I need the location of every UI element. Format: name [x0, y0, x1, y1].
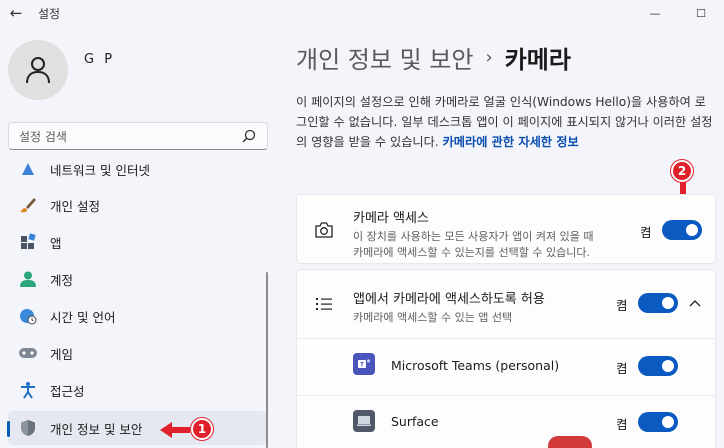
app-name: Microsoft Teams (personal) [391, 358, 560, 373]
user-profile[interactable]: G P [8, 40, 115, 100]
sidebar-item-personalization[interactable]: 개인 설정 [8, 188, 266, 222]
camera-access-text: 카메라 액세스 이 장치를 사용하는 모든 사용자가 앱이 켜져 있을 때 카메… [353, 207, 594, 261]
account-icon [18, 269, 38, 289]
sidebar-item-label: 시간 및 언어 [50, 309, 116, 325]
search-input[interactable]: 설정 검색 [19, 128, 241, 145]
globe-clock-icon [18, 306, 38, 326]
maximize-icon: ☐ [696, 6, 706, 20]
app-name: Surface [391, 414, 439, 429]
app-title: 설정 [38, 6, 61, 21]
sidebar-item-time-language[interactable]: 시간 및 언어 [8, 299, 266, 333]
apps-icon [18, 232, 38, 252]
app-camera-access-toggle[interactable] [638, 293, 678, 313]
search-box[interactable]: 설정 검색 [8, 122, 268, 150]
surface-icon [353, 410, 375, 432]
toggle-knob [662, 416, 674, 428]
app-state: 켬 [616, 361, 628, 376]
sidebar-item-label: 개인 정보 및 보안 [50, 421, 143, 437]
search-icon[interactable] [241, 128, 257, 144]
sidebar-item-label: 개인 설정 [50, 198, 100, 214]
network-icon [18, 159, 38, 179]
selection-indicator [7, 421, 10, 437]
camera-access-title: 카메라 액세스 [353, 211, 429, 226]
sidebar-item-accessibility[interactable]: 접근성 [8, 373, 266, 407]
avatar[interactable] [8, 40, 68, 100]
app-camera-access-state: 켬 [616, 298, 628, 313]
sidebar-item-label: 계정 [50, 272, 74, 288]
app-camera-access-subtitle: 카메라에 액세스할 수 있는 앱 선택 [353, 311, 513, 324]
sidebar-nav: 네트워크 및 인터넷 개인 설정 앱 계정 시간 및 언어 게임 접근성 개인 … [0, 158, 270, 448]
minimize-button[interactable]: — [632, 0, 678, 26]
teams-camera-toggle[interactable] [638, 356, 678, 376]
person-icon [26, 57, 50, 84]
sidebar-item-accounts[interactable]: 계정 [8, 262, 266, 296]
surface-camera-toggle[interactable] [638, 412, 678, 432]
chevron-up-icon[interactable] [687, 295, 703, 311]
sidebar-item-label: 네트워크 및 인터넷 [50, 162, 150, 178]
toggle-knob [662, 360, 674, 372]
annotation-arrow-1 [160, 422, 190, 438]
window-controls: — ☐ [632, 0, 724, 26]
breadcrumb-separator: › [485, 47, 493, 68]
back-button[interactable]: ← [2, 0, 30, 26]
camera-access-subtitle-2: 카메라에 액세스할 수 있는지를 선택할 수 있습니다. [353, 246, 590, 259]
shield-icon [18, 418, 38, 438]
app-state: 켬 [616, 417, 628, 432]
sidebar-scrollbar[interactable] [266, 272, 268, 448]
back-arrow-icon: ← [9, 4, 23, 22]
camera-access-state: 켬 [640, 225, 652, 240]
minimize-icon: — [649, 6, 661, 20]
teams-icon [353, 353, 375, 375]
app-camera-access-card: 앱에서 카메라에 액세스하도록 허용 카메라에 액세스할 수 있는 앱 선택 켬… [296, 269, 717, 448]
app-camera-access-text: 앱에서 카메라에 액세스하도록 허용 카메라에 액세스할 수 있는 앱 선택 [353, 288, 545, 326]
sidebar-item-label: 접근성 [50, 383, 85, 399]
annotation-badge-2: 2 [671, 160, 693, 182]
camera-access-card: 카메라 액세스 이 장치를 사용하는 모든 사용자가 앱이 켜져 있을 때 카메… [296, 194, 716, 264]
sidebar-item-label: 게임 [50, 346, 74, 362]
breadcrumb-parent[interactable]: 개인 정보 및 보안 [296, 40, 473, 75]
sidebar-item-label: 앱 [50, 235, 62, 251]
page-title: 카메라 [504, 46, 571, 74]
annotation-badge-1: 1 [191, 418, 213, 440]
toggle-knob [662, 297, 674, 309]
brush-icon [18, 195, 38, 215]
title-bar: ← 설정 — ☐ [0, 0, 724, 26]
list-icon [313, 293, 335, 315]
maximize-button[interactable]: ☐ [678, 0, 724, 26]
toggle-knob [686, 224, 698, 236]
profile-name: G P [84, 51, 116, 67]
sidebar-item-gaming[interactable]: 게임 [8, 336, 266, 370]
sidebar-item-privacy-security[interactable]: 개인 정보 및 보안 [7, 411, 266, 445]
gamepad-icon [18, 343, 38, 363]
app-row-teams: Microsoft Teams (personal) 켬 [297, 339, 717, 395]
sidebar-item-network[interactable]: 네트워크 및 인터넷 [8, 158, 266, 186]
breadcrumb: 개인 정보 및 보안 › 카메라 [296, 40, 571, 75]
sidebar-item-apps[interactable]: 앱 [8, 225, 266, 259]
app-camera-access-title: 앱에서 카메라에 액세스하도록 허용 [353, 292, 545, 307]
camera-access-toggle[interactable] [662, 220, 702, 240]
partial-app-icon [548, 436, 592, 448]
camera-info-link[interactable]: 카메라에 관한 자세한 정보 [443, 135, 579, 149]
accessibility-icon [18, 380, 38, 400]
camera-icon [313, 219, 335, 241]
camera-access-subtitle-1: 이 장치를 사용하는 모든 사용자가 앱이 켜져 있을 때 [353, 230, 594, 243]
app-row-surface: Surface 켬 [297, 396, 717, 448]
page-description: 이 페이지의 설정으로 인해 카메라로 얼굴 인식(Windows Hello)… [296, 92, 714, 152]
